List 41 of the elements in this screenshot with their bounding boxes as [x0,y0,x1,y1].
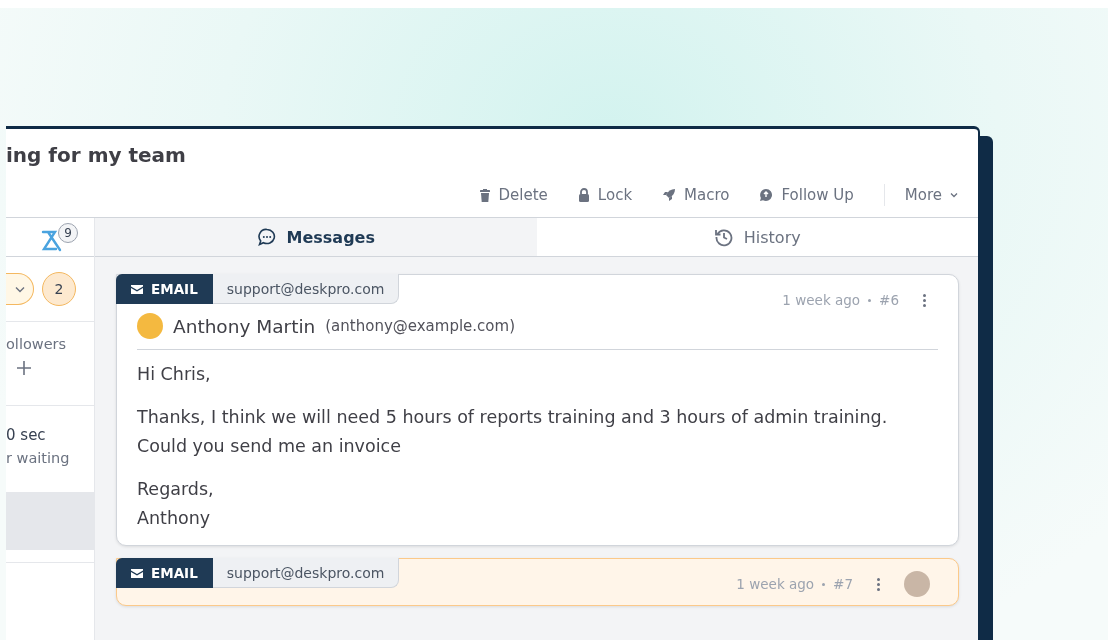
speech-bubble-icon [759,188,774,202]
message-number: #7 [833,576,853,592]
lock-icon [577,188,590,202]
email-channel-tag: EMAIL [116,558,213,588]
message-time: 1 week ago [736,576,815,592]
mailbox-address: support@deskpro.com [212,558,400,588]
tab[interactable]: Messages [95,218,537,256]
count-badge: 2 [42,272,76,306]
chevron-down-icon [14,285,25,293]
dot-separator [868,298,872,302]
chevron-down-icon [950,192,958,198]
sender-name: Anthony Martin [173,315,316,337]
wait-label: r waiting [6,450,71,466]
dot-separator [822,582,826,586]
toolbar-button[interactable]: More [904,186,958,204]
message-time: 1 week ago [782,292,861,308]
avatar [904,571,930,597]
sender-email: (anthony@example.com) [325,317,515,335]
email-channel-tag: EMAIL [116,274,213,304]
avatar [137,313,163,339]
mailbox-address: support@deskpro.com [212,274,400,304]
message-paragraph: Hi Chris, [137,363,212,386]
message-paragraph: Thanks, I think we will need 5 hours of reports training and 3 hours of admin training. Could you send me an invoice [137,406,889,458]
logo-icon [40,229,64,253]
toolbar-button[interactable]: Follow Up [759,186,854,204]
toolbar-button[interactable]: Macro [662,186,730,204]
chat-bubble-icon [256,227,277,247]
envelope-icon [131,568,143,578]
message-paragraph: Regards, Anthony [137,478,215,530]
rocket-icon [662,188,677,202]
toolbar-button[interactable]: Lock [577,186,633,204]
followers-label: ollowers [6,336,68,352]
history-icon [713,227,734,247]
plus-icon [16,360,32,376]
ticket-title: ing for my team [6,142,187,169]
wait-time: 0 sec [6,426,47,444]
toolbar-button[interactable]: Delete [478,186,548,204]
message-number: #6 [879,292,899,308]
envelope-icon [131,284,143,294]
count-badge: 9 [58,223,78,243]
trash-icon [478,188,491,202]
